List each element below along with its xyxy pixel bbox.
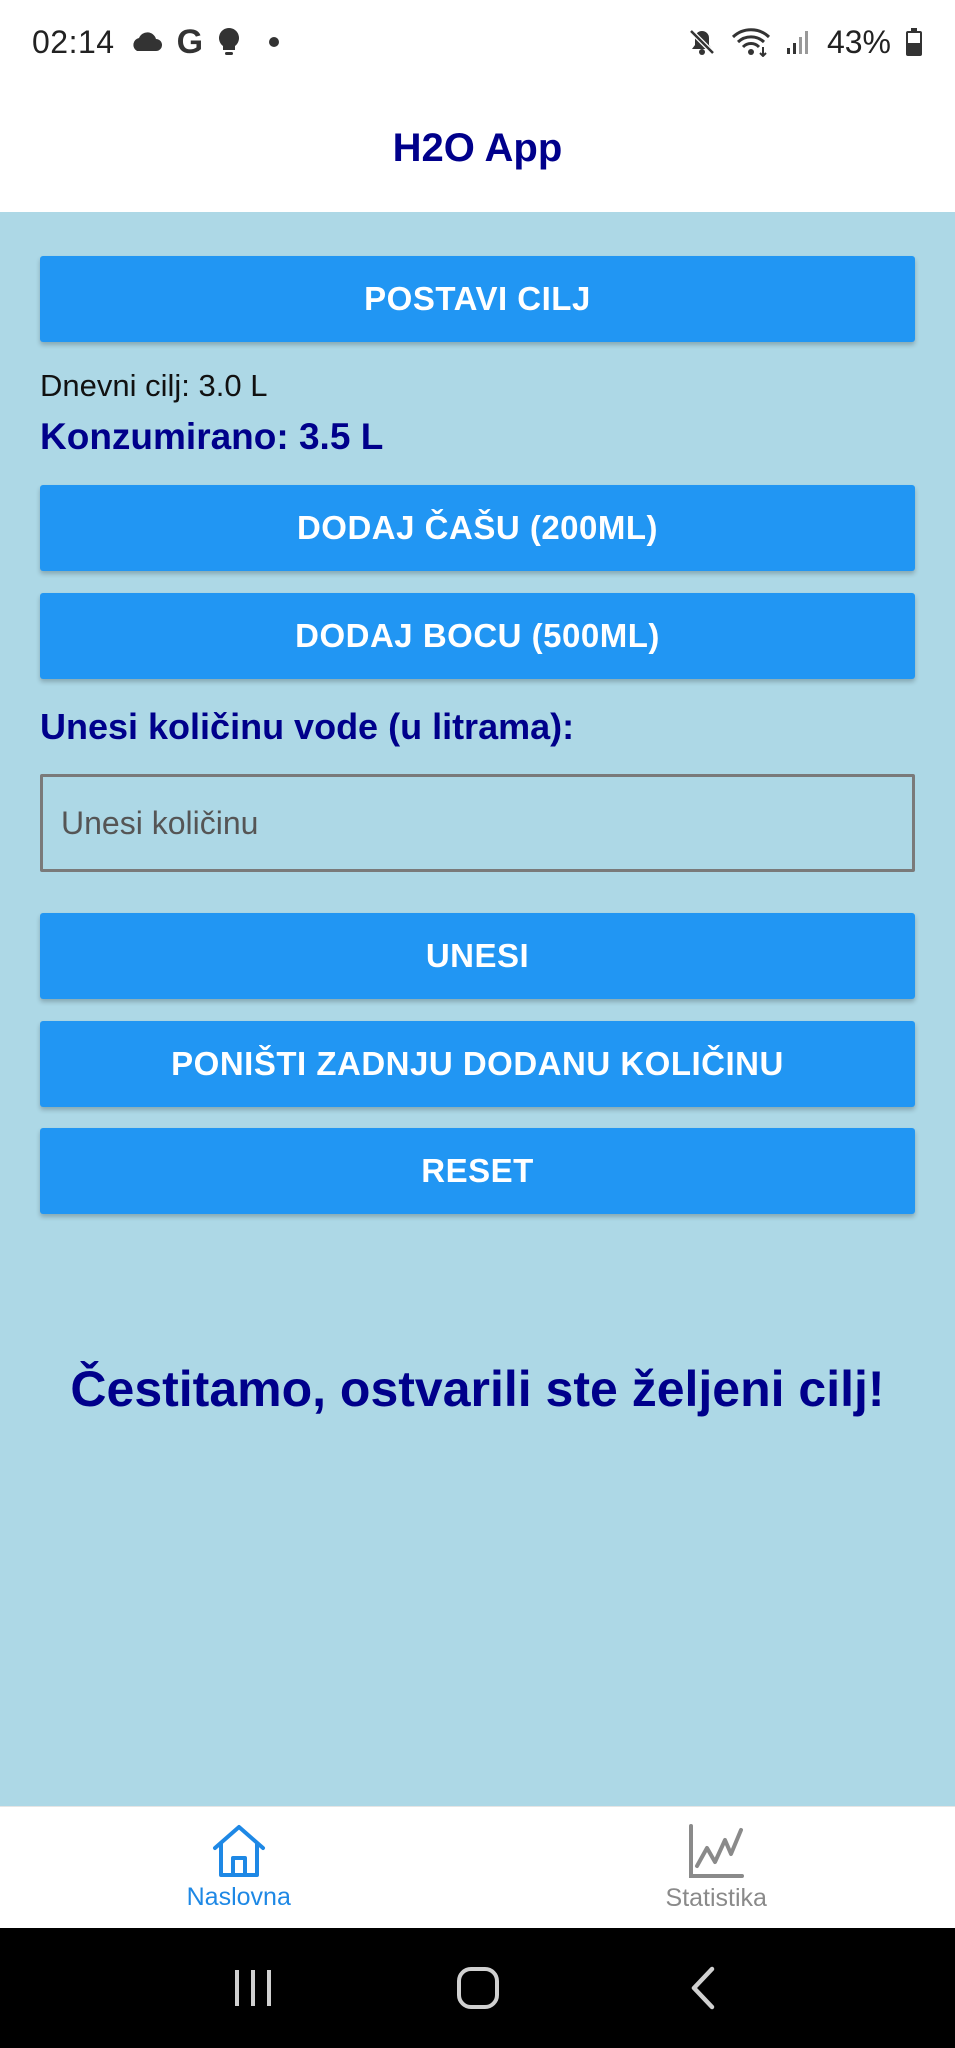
wifi-icon (731, 27, 771, 57)
status-left: 02:14 G (32, 22, 280, 62)
submit-amount-button[interactable]: UNESI (40, 913, 915, 999)
system-nav-bar (0, 1928, 955, 2048)
notification-dot-icon (269, 37, 280, 47)
nav-label-home: Naslovna (186, 1883, 291, 1911)
daily-goal-text: Dnevni cilj: 3.0 L (40, 368, 268, 403)
add-glass-button[interactable]: DODAJ ČAŠU (200ML) (40, 485, 915, 571)
lightbulb-icon (217, 27, 241, 57)
home-system-icon (456, 1967, 499, 2009)
signal-icon (785, 28, 813, 56)
app-header: H2O App (0, 84, 955, 212)
main-content: POSTAVI CILJ Dnevni cilj: 3.0 L Konzumir… (0, 212, 955, 1806)
cloud-icon (129, 31, 163, 53)
status-time: 02:14 (32, 23, 115, 60)
battery-icon (905, 27, 923, 57)
set-goal-button[interactable]: POSTAVI CILJ (40, 256, 915, 342)
nav-item-home[interactable]: Naslovna (0, 1807, 478, 1928)
status-right: 43% (687, 24, 923, 61)
amount-input-label: Unesi količinu vode (u litrama): (40, 706, 575, 747)
status-bar: 02:14 G 43% (0, 0, 955, 84)
amount-input[interactable] (40, 774, 915, 872)
app-title: H2O App (392, 125, 563, 170)
home-system-button[interactable] (428, 1948, 528, 2028)
congrats-message: Čestitamo, ostvarili ste željeni cilj! (70, 1361, 885, 1417)
back-button[interactable] (653, 1948, 753, 2028)
nav-label-statistics: Statistika (665, 1884, 767, 1912)
mute-icon (687, 27, 717, 57)
undo-last-button[interactable]: PONIŠTI ZADNJU DODANU KOLIČINU (40, 1021, 915, 1107)
home-icon (210, 1823, 268, 1879)
bottom-nav: Naslovna Statistika (0, 1806, 955, 1928)
add-bottle-button[interactable]: DODAJ BOCU (500ML) (40, 593, 915, 679)
consumed-text: Konzumirano: 3.5 L (40, 416, 384, 457)
back-icon (691, 1966, 714, 2010)
nav-item-statistics[interactable]: Statistika (478, 1807, 955, 1928)
chart-icon (687, 1822, 745, 1880)
google-icon: G (176, 22, 204, 61)
reset-button[interactable]: RESET (40, 1128, 915, 1214)
battery-percentage: 43% (826, 23, 891, 60)
recent-apps-icon (234, 1970, 271, 2006)
recent-apps-button[interactable] (203, 1948, 303, 2028)
